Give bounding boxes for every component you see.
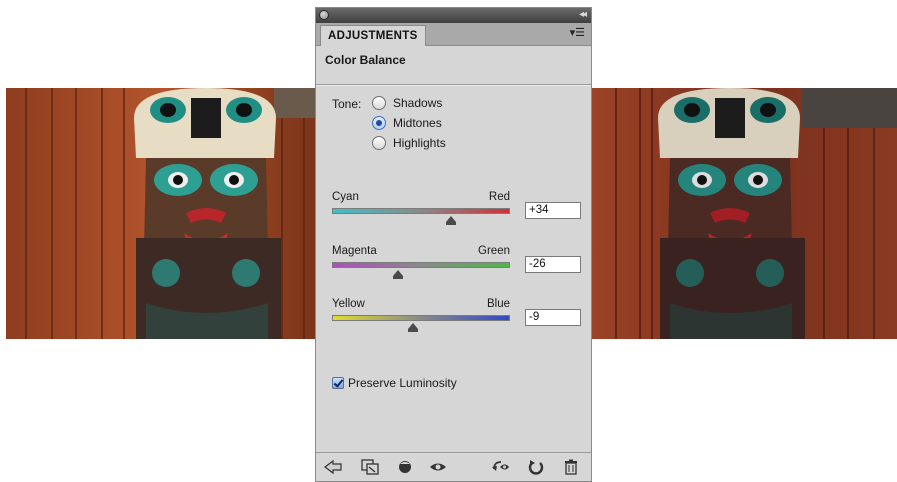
slider-thumb[interactable] [407,323,418,332]
panel-toolbar [316,452,591,481]
radio-label: Highlights [393,136,446,150]
slider-thumb[interactable] [446,216,457,225]
trash-icon[interactable] [562,459,580,475]
tone-radio-midtones[interactable]: Midtones [372,114,442,132]
view-previous-state-icon[interactable] [492,459,510,475]
cyan-red-value-field[interactable]: +34 [525,202,581,219]
close-button[interactable] [319,10,329,20]
slider-left-label: Magenta [332,245,377,257]
photo-after [592,88,897,339]
radio-label: Midtones [393,116,442,130]
magenta-green-slider[interactable]: Magenta Green [332,245,510,285]
radio-label: Shadows [393,96,443,110]
yellow-blue-value-field[interactable]: -9 [525,309,581,326]
slider-track[interactable] [332,208,510,214]
adjustments-panel: ◂◂ ADJUSTMENTS ▾☰ Color Balance Tone: Sh… [315,7,592,482]
slider-thumb[interactable] [392,270,403,279]
preserve-luminosity-checkbox[interactable]: Preserve Luminosity [332,376,457,390]
section-title: Color Balance [325,53,406,67]
tone-radio-highlights[interactable]: Highlights [372,134,446,152]
slider-left-label: Cyan [332,191,359,203]
checkbox[interactable] [332,377,344,389]
magenta-green-value-field[interactable]: -26 [525,256,581,273]
tone-label: Tone: [332,97,362,111]
reset-icon[interactable] [527,459,545,475]
collapse-icon[interactable]: ◂◂ [579,9,587,20]
clip-to-layer-icon[interactable] [361,459,379,475]
checkbox-label: Preserve Luminosity [348,376,457,390]
tab-adjustments[interactable]: ADJUSTMENTS [320,25,426,46]
panel-menu-icon[interactable]: ▾☰ [570,26,585,39]
slider-track[interactable] [332,315,510,321]
slider-right-label: Blue [486,298,510,310]
panel-titlebar[interactable]: ◂◂ [316,8,591,23]
back-arrow-icon[interactable] [324,459,342,475]
tone-radio-shadows[interactable]: Shadows [372,94,442,112]
yellow-blue-slider[interactable]: Yellow Blue [332,298,510,338]
radio-button[interactable] [372,116,386,130]
divider [316,84,591,85]
radio-button[interactable] [372,136,386,150]
slider-right-label: Red [488,191,510,203]
eye-icon[interactable] [429,459,447,475]
radio-button[interactable] [372,96,386,110]
cyan-red-slider[interactable]: Cyan Red [332,191,510,231]
slider-right-label: Green [478,245,510,257]
photo-before [6,88,317,339]
tab-strip: ADJUSTMENTS ▾☰ [316,23,591,46]
slider-track[interactable] [332,262,510,268]
layer-visibility-icon[interactable] [396,459,414,475]
slider-left-label: Yellow [332,298,365,310]
